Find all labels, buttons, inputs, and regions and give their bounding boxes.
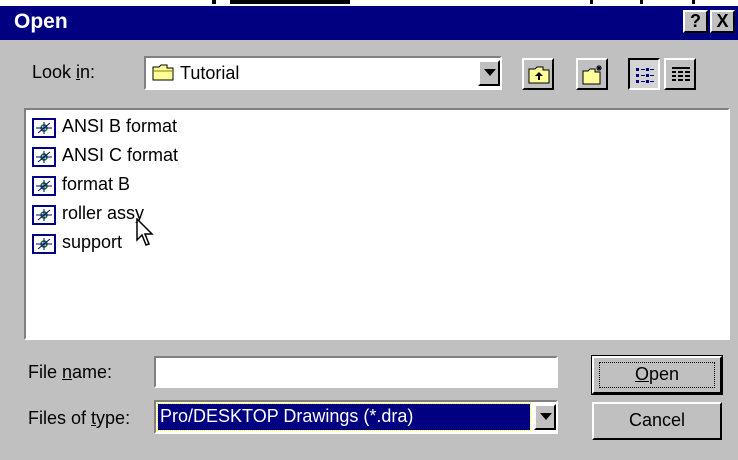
cancel-button[interactable]: Cancel (592, 402, 722, 440)
close-button[interactable]: X (710, 10, 735, 33)
mouse-cursor-icon (136, 218, 154, 246)
dialog-title: Open (14, 10, 68, 33)
file-name: format B (62, 174, 131, 194)
file-name-label: File name: (28, 362, 113, 382)
folder-icon (152, 63, 174, 86)
files-of-type-label: Files of type: (28, 408, 131, 428)
look-in-value: Tutorial (180, 63, 240, 83)
list-view-icon (636, 68, 654, 83)
files-of-type-value: Pro/DESKTOP Drawings (*.dra) (160, 406, 414, 426)
file-name: ANSI B format (62, 116, 178, 136)
look-in-combo[interactable]: Tutorial (144, 56, 502, 90)
files-of-type-selected: Pro/DESKTOP Drawings (*.dra) (157, 403, 531, 431)
drawing-file-icon (32, 118, 56, 138)
file-name: support (62, 232, 123, 252)
drawing-file-icon (32, 234, 56, 254)
list-view-button[interactable] (628, 58, 660, 90)
details-view-icon (672, 67, 690, 81)
files-of-type-dropdown-button[interactable] (534, 404, 556, 430)
open-button[interactable]: Open (591, 355, 723, 395)
details-view-button[interactable] (664, 58, 696, 90)
folder-up-icon (528, 66, 550, 84)
file-name: roller assy (62, 203, 145, 223)
new-folder-button[interactable] (576, 58, 608, 90)
file-list[interactable]: ANSI B format ANSI C format format B rol… (24, 108, 730, 340)
look-in-label: Look in: (32, 62, 96, 82)
open-dialog: Open ? X Look in: Tutorial ANSI B format… (0, 6, 738, 460)
drawing-file-icon (32, 147, 56, 167)
look-in-dropdown-button[interactable] (478, 60, 500, 86)
files-of-type-combo[interactable]: Pro/DESKTOP Drawings (*.dra) (154, 400, 558, 434)
drawing-file-icon (32, 205, 56, 225)
up-one-level-button[interactable] (522, 58, 554, 90)
drawing-file-icon (32, 176, 56, 196)
focus-rect (599, 362, 715, 388)
new-folder-icon (582, 65, 602, 85)
file-name-input[interactable] (154, 356, 558, 388)
title-bar[interactable]: Open ? X (0, 6, 738, 40)
help-button[interactable]: ? (683, 10, 708, 33)
file-name: ANSI C format (62, 145, 179, 165)
